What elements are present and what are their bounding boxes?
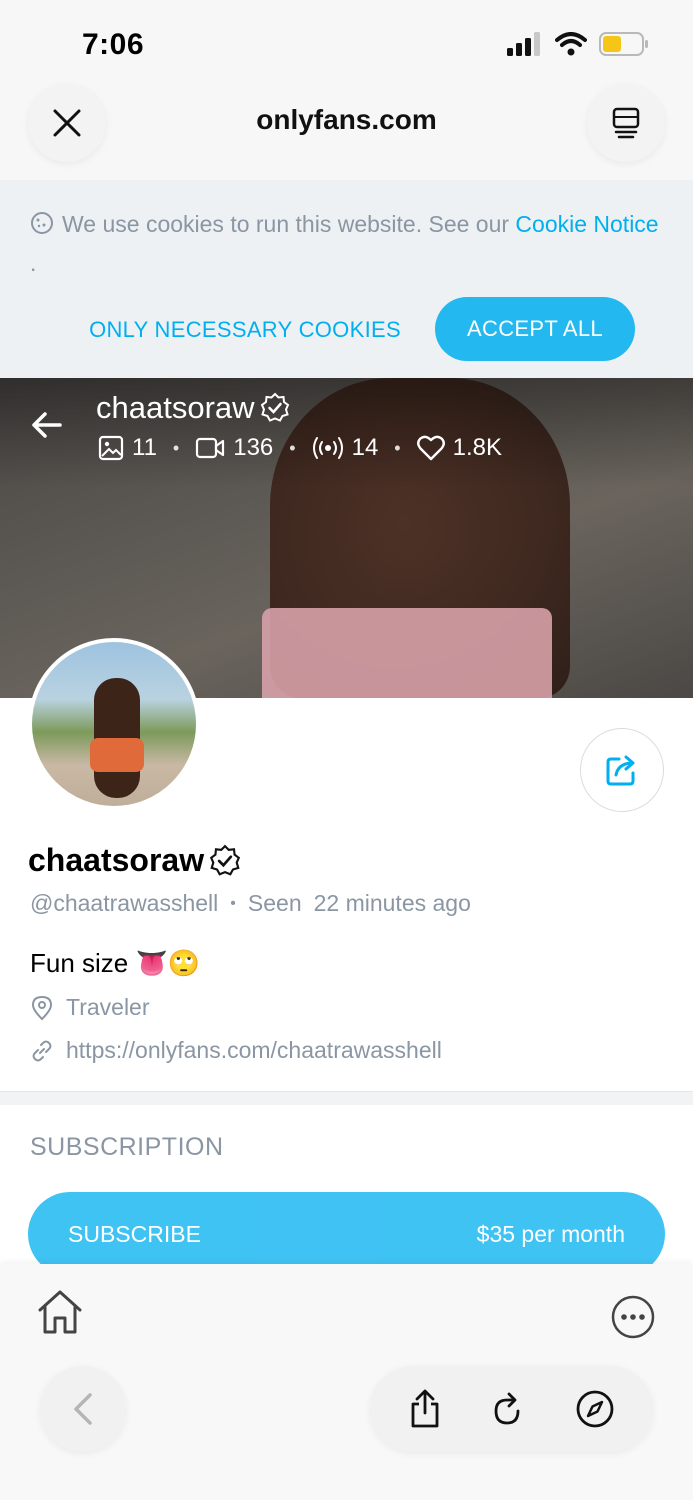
status-icons: [507, 32, 649, 56]
compass-icon[interactable]: [575, 1389, 615, 1429]
nav-back-button[interactable]: [40, 1366, 126, 1452]
section-divider: [0, 1091, 693, 1105]
video-icon: [196, 437, 225, 459]
heart-icon: [416, 435, 445, 461]
home-icon[interactable]: [34, 1288, 86, 1338]
seen-time: 22 minutes ago: [313, 890, 471, 916]
status-time: 7:06: [82, 28, 145, 61]
chevron-left-icon: [74, 1393, 92, 1425]
share-sheet-icon[interactable]: [408, 1389, 442, 1429]
wifi-icon: [555, 32, 587, 56]
image-icon: [98, 435, 124, 461]
cookie-message: We use cookies to run this website. See …: [62, 211, 516, 237]
location-row: Traveler: [30, 994, 150, 1021]
videos-count: 136: [233, 434, 274, 461]
live-stream-icon: [312, 437, 343, 459]
verified-icon: [209, 844, 241, 876]
cookie-text: We use cookies to run this website. See …: [30, 206, 660, 281]
videos-stat: 136: [195, 434, 273, 462]
browser-bottom-bar: [0, 1264, 693, 1500]
photos-stat: 11: [98, 434, 157, 462]
profile-name-text: chaatsoraw: [28, 842, 205, 878]
location-pin-icon: [31, 995, 53, 1020]
subscription-heading: SUBSCRIPTION: [30, 1133, 224, 1161]
profile-bio: Fun size 👅🙄: [30, 948, 201, 978]
reload-icon[interactable]: [490, 1389, 526, 1429]
location-text: Traveler: [66, 994, 150, 1020]
profile-link[interactable]: https://onlyfans.com/chaatrawasshell: [66, 1037, 442, 1064]
status-bar: 7:06: [0, 0, 693, 82]
streams-stat: 14: [312, 434, 379, 462]
share-icon: [606, 755, 635, 786]
subscribe-label: SUBSCRIBE: [68, 1220, 201, 1247]
likes-count: 1.8K: [452, 434, 502, 461]
accept-all-button[interactable]: ACCEPT ALL: [435, 297, 635, 361]
verified-icon: [260, 392, 289, 422]
link-icon: [32, 1040, 52, 1061]
cookie-notice-link[interactable]: Cookie Notice: [515, 211, 658, 237]
browser-top-bar: onlyfans.com: [0, 82, 693, 180]
cover-username-text: chaatsoraw: [96, 390, 255, 425]
cookie-suffix: .: [30, 250, 37, 276]
share-profile-button[interactable]: [580, 728, 664, 812]
browser-actions: [370, 1366, 653, 1452]
photos-count: 11: [132, 434, 157, 461]
more-options-icon[interactable]: [610, 1294, 656, 1340]
only-necessary-cookies-button[interactable]: ONLY NECESSARY COOKIES: [80, 298, 410, 362]
battery-icon: [599, 32, 648, 56]
subscribe-price: $35 per month: [476, 1220, 625, 1247]
streams-count: 14: [351, 434, 379, 461]
tabs-icon: [612, 107, 640, 139]
profile-handle[interactable]: @chaatrawasshell: [30, 890, 218, 917]
link-row: https://onlyfans.com/chaatrawasshell: [30, 1037, 442, 1064]
back-arrow-icon[interactable]: [30, 408, 64, 442]
cover-stats: 11 • 136 • 14 • 1.8K: [98, 434, 502, 462]
cellular-signal-icon: [507, 32, 540, 56]
likes-stat: 1.8K: [416, 434, 502, 462]
tabs-button[interactable]: [587, 84, 665, 162]
profile-subline: @chaatrawasshell • Seen 22 minutes ago: [30, 890, 471, 917]
profile-name: chaatsoraw: [28, 842, 242, 879]
cookie-banner: We use cookies to run this website. See …: [0, 180, 693, 378]
cookie-icon: [30, 209, 54, 245]
seen-label: Seen: [247, 890, 302, 916]
avatar[interactable]: [28, 638, 200, 810]
cover-username: chaatsoraw: [96, 390, 291, 426]
